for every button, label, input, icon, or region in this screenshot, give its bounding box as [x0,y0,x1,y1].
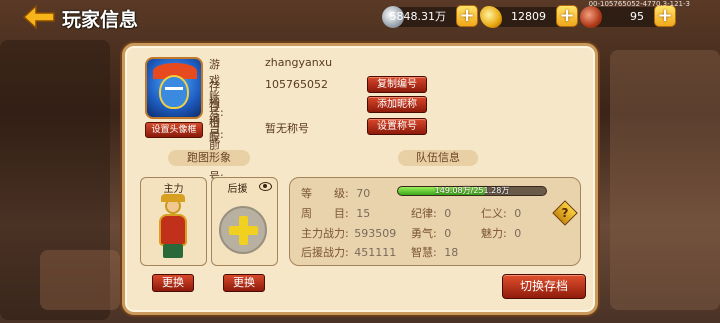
charm-stat: 魅力: 0 [481,225,521,241]
wisdom-stat: 智慧: 18 [411,244,458,260]
avatar-section-header: 跑图形象 [168,150,250,166]
charm-label: 魅力: [481,227,507,240]
add-nickname-button[interactable]: 添加昵称 [367,96,427,113]
wisdom-label: 智慧: [411,246,437,259]
save-id-value: 105765052 [265,78,328,91]
benevolence-value: 0 [514,207,522,220]
background-decoration [40,250,120,310]
add-support-button[interactable] [219,206,267,254]
silver-resource: 5848.31万 + [382,5,478,28]
courage-value: 0 [444,227,452,240]
support-power-value: 451111 [354,246,397,259]
add-gold-button[interactable]: + [556,5,578,27]
copy-id-button[interactable]: 复制编号 [367,76,427,93]
swap-support-button[interactable]: 更换 [223,274,265,292]
discipline-label: 纪律: [411,207,437,220]
back-arrow-icon[interactable] [22,4,56,30]
silver-value: 5848.31万 [389,10,447,23]
page-title: 玩家信息 [62,9,139,31]
main-slot-label: 主力 [163,184,184,195]
level-value: 70 [356,187,371,200]
support-slot-label: 后援 [227,184,248,195]
set-title-button[interactable]: 设置称号 [367,118,427,135]
help-question-mark[interactable]: ? [556,204,574,222]
week-value: 15 [356,207,371,220]
week-stat: 周 目: 15 [301,205,370,221]
swap-main-button[interactable]: 更换 [152,274,194,292]
discipline-stat: 纪律: 0 [411,205,451,221]
courage-label: 勇气: [411,227,437,240]
gold-ingot-icon [480,6,502,28]
charm-value: 0 [514,227,522,240]
wisdom-value: 18 [444,246,459,259]
level-stat: 等 级: 70 [301,185,370,201]
support-power-stat: 后援战力: 451111 [301,244,396,260]
switch-save-button[interactable]: 切换存档 [502,274,586,299]
courage-stat: 勇气: 0 [411,225,451,241]
eye-icon[interactable] [259,182,272,191]
main-hero-figure [155,194,191,260]
benevolence-stat: 仁义: 0 [481,205,521,221]
player-avatar[interactable] [145,57,203,119]
account-value: zhangyanxu [265,56,333,69]
gold-resource: 12809 + [480,5,578,28]
team-section-header: 队伍信息 [398,150,478,166]
meat-icon [580,6,602,28]
exp-text: 149.08万/251.28万 [434,186,510,195]
week-label: 周 目: [301,207,349,220]
main-power-stat: 主力战力: 593509 [301,225,396,241]
version-text: 00-105765052-4770.3-121-3 [588,0,690,8]
discipline-value: 0 [444,207,452,220]
main-power-label: 主力战力: [301,227,349,240]
support-power-label: 后援战力: [301,246,349,259]
benevolence-label: 仁义: [481,207,507,220]
background-furniture [610,50,720,310]
set-avatar-frame-button[interactable]: 设置头像框 [145,122,203,138]
level-label: 等 级: [301,187,349,200]
add-stamina-button[interactable]: + [654,5,676,27]
gold-value: 12809 [511,10,546,23]
main-power-value: 593509 [354,227,397,240]
add-silver-button[interactable]: + [456,5,478,27]
title-value: 暂无称号 [265,122,309,135]
stamina-value: 95 [630,10,644,23]
stamina-resource: 95 + [580,5,676,28]
